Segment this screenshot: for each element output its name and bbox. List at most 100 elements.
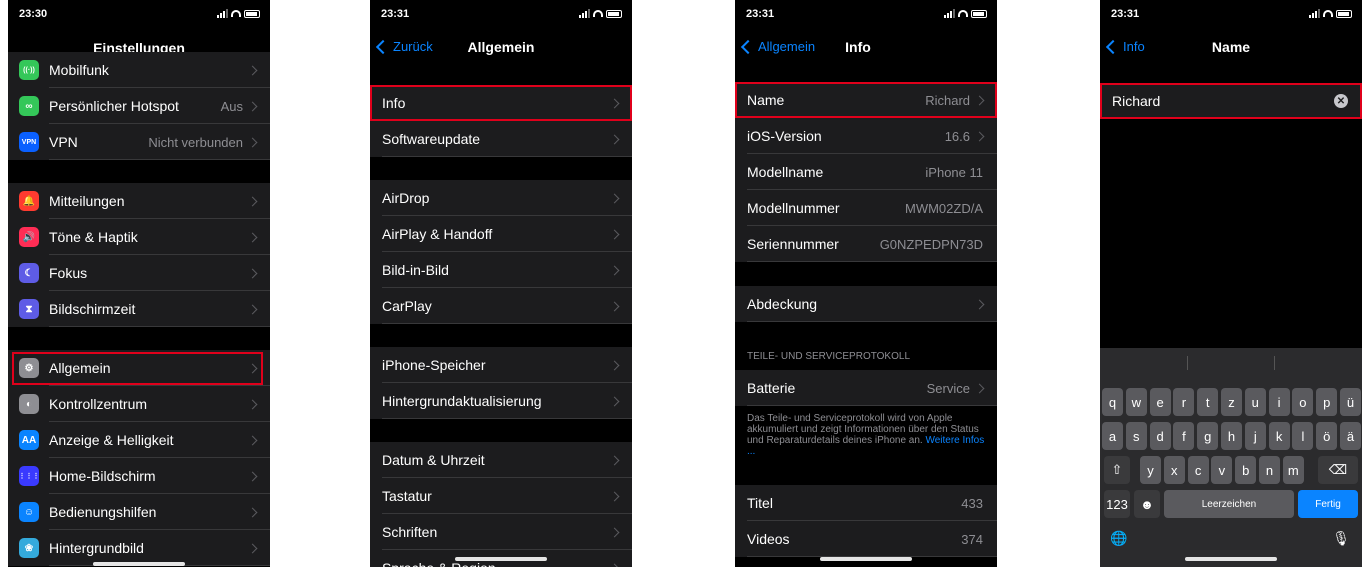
key-ä[interactable]: ä: [1340, 422, 1361, 450]
key-u[interactable]: u: [1244, 388, 1266, 416]
key-k[interactable]: k: [1268, 422, 1290, 450]
row-label: Titel: [747, 495, 773, 511]
chevron-right-icon: [247, 435, 258, 445]
list-row-vpn[interactable]: VPN VPN Nicht verbunden: [8, 124, 270, 160]
numbers-key[interactable]: 123: [1104, 490, 1130, 518]
key-v[interactable]: v: [1211, 456, 1233, 484]
chevron-right-icon: [247, 399, 258, 409]
list-row-datum-uhrzeit[interactable]: Datum & Uhrzeit: [370, 442, 632, 478]
list-row-ios-version[interactable]: iOS-Version 16.6: [735, 118, 997, 154]
microphone-icon[interactable]: 🎙: [1332, 530, 1350, 547]
key-q[interactable]: q: [1102, 388, 1123, 416]
list-row-softwareupdate[interactable]: Softwareupdate: [370, 121, 632, 157]
chevron-right-icon: [247, 543, 258, 553]
row-label: AirDrop: [382, 190, 430, 206]
key-ö[interactable]: ö: [1316, 422, 1338, 450]
battery-icon: [1336, 9, 1352, 18]
list-row-airplay-handoff[interactable]: AirPlay & Handoff: [370, 216, 632, 252]
page-title: Name: [1211, 39, 1251, 55]
list-row-bild-in-bild[interactable]: Bild-in-Bild: [370, 252, 632, 288]
sounds-icon: 🔊: [19, 227, 39, 247]
globe-icon[interactable]: 🌐: [1110, 530, 1127, 547]
key-d[interactable]: d: [1149, 422, 1171, 450]
chevron-right-icon: [609, 527, 620, 537]
row-label: Kontrollzentrum: [49, 396, 148, 412]
key-y[interactable]: y: [1140, 456, 1161, 484]
chevron-right-icon: [974, 383, 985, 393]
delete-key[interactable]: ⌫: [1318, 456, 1358, 484]
chevron-right-icon: [609, 360, 620, 370]
key-f[interactable]: f: [1173, 422, 1195, 450]
key-e[interactable]: e: [1149, 388, 1171, 416]
chevron-right-icon: [609, 455, 620, 465]
key-m[interactable]: m: [1282, 456, 1304, 484]
list-row-modellname[interactable]: Modellname iPhone 11: [735, 154, 997, 190]
list-row-abdeckung[interactable]: Abdeckung: [735, 286, 997, 322]
chevron-right-icon: [247, 507, 258, 517]
key-i[interactable]: i: [1268, 388, 1290, 416]
key-s[interactable]: s: [1125, 422, 1147, 450]
highlight-allgemein: [12, 352, 263, 385]
shift-key[interactable]: ⇧: [1104, 456, 1130, 484]
key-t[interactable]: t: [1197, 388, 1219, 416]
row-value: Nicht verbunden: [148, 134, 243, 150]
key-j[interactable]: j: [1244, 422, 1266, 450]
key-a[interactable]: a: [1102, 422, 1123, 450]
list-row-persönlicher-hotspot[interactable]: ∞ Persönlicher Hotspot Aus: [8, 88, 270, 124]
chevron-right-icon: [609, 491, 620, 501]
done-key[interactable]: Fertig: [1298, 490, 1358, 518]
list-row-bedienungshilfen[interactable]: ☺ Bedienungshilfen: [8, 494, 270, 530]
key-w[interactable]: w: [1125, 388, 1147, 416]
list-row-seriennummer[interactable]: Seriennummer G0NZPEDPN73D: [735, 226, 997, 262]
key-h[interactable]: h: [1221, 422, 1242, 450]
key-c[interactable]: c: [1187, 456, 1209, 484]
list-row-schriften[interactable]: Schriften: [370, 514, 632, 550]
list-row-hintergrundbild[interactable]: ❀ Hintergrundbild: [8, 530, 270, 566]
row-label: Fokus: [49, 265, 88, 281]
key-x[interactable]: x: [1163, 456, 1185, 484]
list-row-iphone-speicher[interactable]: iPhone-Speicher: [370, 347, 632, 383]
row-value: Service: [926, 380, 970, 396]
list-row-kontrollzentrum[interactable]: ◐ Kontrollzentrum: [8, 386, 270, 422]
row-value: Aus: [220, 98, 243, 114]
key-n[interactable]: n: [1259, 456, 1280, 484]
status-time: 23:31: [746, 8, 775, 20]
key-l[interactable]: l: [1292, 422, 1314, 450]
key-g[interactable]: g: [1197, 422, 1219, 450]
key-ü[interactable]: ü: [1340, 388, 1361, 416]
chevron-right-icon: [247, 232, 258, 242]
antenna-icon: ((·)): [19, 60, 39, 80]
page-title: Allgemein: [467, 39, 535, 55]
list-row-home-bildschirm[interactable]: ⋮⋮⋮ Home-Bildschirm: [8, 458, 270, 494]
list-row-mitteilungen[interactable]: 🔔 Mitteilungen: [8, 183, 270, 219]
status-time: 23:30: [19, 8, 48, 20]
row-label: Töne & Haptik: [49, 229, 138, 245]
toggles-icon: ◐: [19, 394, 39, 414]
battery-icon: [244, 9, 260, 18]
list-row-airdrop[interactable]: AirDrop: [370, 180, 632, 216]
list-row-titel[interactable]: Titel 433: [735, 485, 997, 521]
list-row-modellnummer[interactable]: Modellnummer MWM02ZD/A: [735, 190, 997, 226]
chevron-right-icon: [247, 137, 258, 147]
list-row-videos[interactable]: Videos 374: [735, 521, 997, 557]
key-r[interactable]: r: [1173, 388, 1195, 416]
emoji-key[interactable]: ☻: [1134, 490, 1160, 518]
key-o[interactable]: o: [1292, 388, 1314, 416]
list-row-bildschirmzeit[interactable]: ⧗ Bildschirmzeit: [8, 291, 270, 327]
battery-icon: [606, 9, 622, 18]
list-row-töne-haptik[interactable]: 🔊 Töne & Haptik: [8, 219, 270, 255]
list-row-anzeige-helligkeit[interactable]: AA Anzeige & Helligkeit: [8, 422, 270, 458]
list-row-mobilfunk[interactable]: ((·)) Mobilfunk: [8, 52, 270, 88]
key-b[interactable]: b: [1235, 456, 1257, 484]
row-label: Mitteilungen: [49, 193, 125, 209]
space-key[interactable]: Leerzeichen: [1164, 490, 1294, 518]
list-row-batterie[interactable]: Batterie Service: [735, 370, 997, 406]
phone-name: 23:31 Info Name Richard ✕ qwertzuiopüasd…: [1100, 0, 1362, 567]
list-row-hintergrundaktualisierung[interactable]: Hintergrundaktualisierung: [370, 383, 632, 419]
status-bar: 23:31: [1100, 8, 1362, 22]
list-row-tastatur[interactable]: Tastatur: [370, 478, 632, 514]
list-row-carplay[interactable]: CarPlay: [370, 288, 632, 324]
key-z[interactable]: z: [1221, 388, 1242, 416]
list-row-fokus[interactable]: ☾ Fokus: [8, 255, 270, 291]
key-p[interactable]: p: [1316, 388, 1338, 416]
